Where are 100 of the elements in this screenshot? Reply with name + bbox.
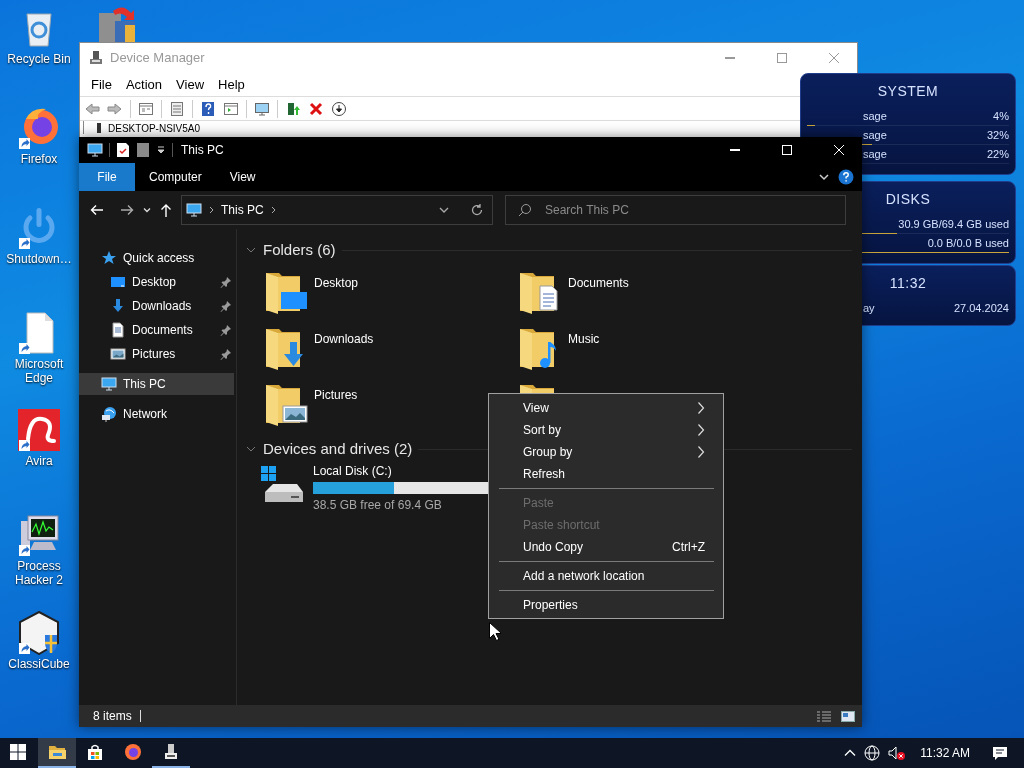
folder-label[interactable]: Pictures [314,386,358,404]
search-field[interactable]: Search This PC [505,195,846,225]
forward-icon[interactable] [107,100,123,117]
monitor-icon[interactable] [17,513,61,557]
nav-item[interactable]: Pictures [79,343,234,365]
icon-label[interactable]: ClassiCube [8,657,70,671]
window-title: Device Manager [110,49,206,68]
device-icon [88,50,104,66]
desktop-icon [110,274,126,290]
nav-item[interactable]: This PC [79,373,234,395]
close-icon [834,145,844,155]
nav-item[interactable]: Downloads [79,295,234,317]
window-icon[interactable] [223,100,239,117]
folder-label[interactable]: Downloads [314,330,374,348]
nav-item[interactable]: Documents [79,319,234,341]
caret-icon[interactable] [143,206,151,214]
stat-label: sage [863,147,887,162]
help-icon[interactable] [200,100,216,117]
new-folder-icon[interactable] [136,142,150,158]
folder-label[interactable]: Music [568,330,600,348]
menu-item[interactable]: Group by [489,441,723,463]
refresh-icon[interactable] [470,203,484,217]
globe-icon[interactable] [864,745,881,761]
nav-item[interactable]: Desktop [79,271,234,293]
chevron-up-icon[interactable] [844,747,857,759]
taskbar-button[interactable] [38,738,76,768]
minimize-icon [730,149,740,151]
nav-label: This PC [123,376,167,393]
network-icon [101,406,117,422]
chevron-down-icon[interactable] [818,171,830,183]
back-arrow-icon[interactable] [89,202,105,218]
browser-icon [124,743,142,761]
folder-icon[interactable] [264,270,308,314]
drive-free-space: 38.5 GB free of 69.4 GB [313,497,443,514]
delete-icon[interactable] [308,100,324,117]
umbrella-icon[interactable] [17,408,61,452]
back-icon[interactable] [84,100,100,117]
browser-icon[interactable] [17,106,61,150]
folder-label[interactable]: Documents [568,274,629,292]
star-icon [101,250,117,266]
nav-item[interactable]: Quick access [79,247,234,269]
clock-text[interactable]: 11:32 AM [920,744,970,762]
nav-label: Pictures [132,346,177,363]
group-header[interactable]: Devices and drives (2) [263,437,413,461]
stat-value: 32% [986,128,1009,143]
nav-item[interactable]: Network [79,403,234,425]
folder-icon [48,743,66,761]
chevron-right-icon [208,205,215,215]
nav-label: Desktop [132,274,178,291]
forward-arrow-icon[interactable] [119,202,135,218]
nav-label: Documents [132,322,194,339]
folder-icon[interactable] [264,382,308,426]
menu-item[interactable]: Undo Copy Ctrl+Z [489,536,723,558]
ribbon-tab[interactable]: Computer [135,163,216,191]
menu-item[interactable]: File [84,74,119,95]
folder-label[interactable]: Desktop [314,274,359,292]
minimize-icon [725,57,735,59]
help-icon[interactable] [838,169,854,185]
menu-item[interactable]: Properties [489,594,723,616]
widget-title: DISKS [884,190,932,209]
status-text: 8 items [93,708,132,725]
menu-item[interactable]: View [169,74,212,95]
cursor-icon [489,622,501,641]
window-icon[interactable] [138,100,154,117]
menu-item[interactable]: Sort by [489,419,723,441]
icon-label[interactable]: Microsoft Edge [3,357,75,385]
group-header[interactable]: Folders (6) [263,238,336,262]
menu-item[interactable]: Action [118,74,170,95]
icon-label[interactable]: Firefox [20,152,58,166]
icon-label[interactable]: Process Hacker 2 [3,559,75,587]
nav-label: Downloads [132,298,193,315]
tiles-view-icon[interactable] [840,709,856,723]
address-bar[interactable]: This PC [181,195,493,225]
notification-icon[interactable] [992,745,1008,761]
ribbon-tab[interactable]: File [79,163,135,191]
device-arrow-icon[interactable] [285,100,301,117]
menu-item[interactable]: Add a network location [489,565,723,587]
nav-label: Network [123,406,168,423]
details-view-icon[interactable] [816,709,832,723]
menu-item[interactable]: Refresh [489,463,723,485]
nav-label: Quick access [123,250,196,267]
properties-icon[interactable] [116,142,130,158]
muted-speaker-icon[interactable] [888,745,907,761]
window-title: This PC [181,142,225,159]
up-arrow-icon[interactable] [159,202,173,218]
stat-value: 4% [993,109,1009,124]
picture-icon [110,346,126,362]
icon-label[interactable]: Shutdown… [6,252,72,266]
stat-label: sage [863,128,887,143]
download-icon[interactable] [331,100,347,117]
icon-label[interactable]: Avira [25,454,53,468]
icon-label[interactable]: Recycle Bin [7,52,71,66]
tree-item[interactable]: DESKTOP-NSIV5A0 [108,123,201,134]
menu-item[interactable]: View [489,397,723,419]
list-icon[interactable] [169,100,185,117]
device-icon [162,743,180,761]
cube-icon[interactable] [17,611,61,655]
ribbon-tab[interactable]: View [215,163,270,191]
stat-label: sage [863,109,887,124]
menu-item[interactable]: Help [211,74,252,95]
